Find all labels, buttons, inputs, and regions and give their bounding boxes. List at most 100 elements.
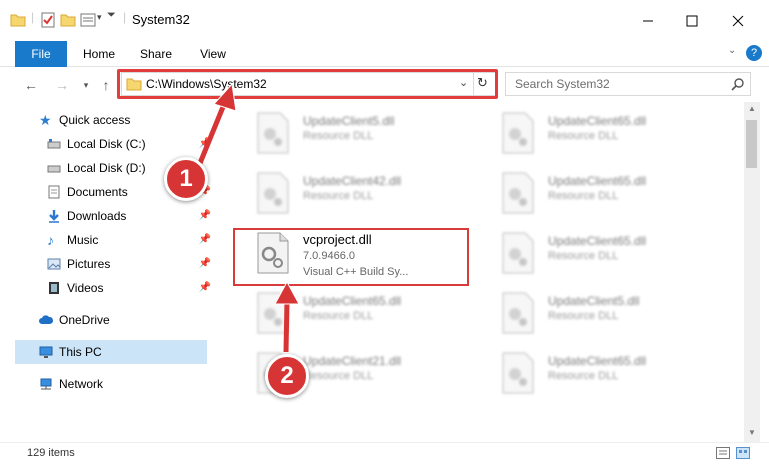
scroll-up-icon[interactable]: ▲: [748, 104, 756, 113]
search-icon[interactable]: [731, 78, 744, 91]
sidebar-item-label: This PC: [59, 345, 102, 359]
file-name: UpdateClient65.dll: [303, 294, 402, 308]
sidebar-item-label: Videos: [67, 281, 104, 295]
scrollbar-thumb[interactable]: [746, 120, 757, 168]
title-separator: |: [123, 10, 127, 24]
sidebar-item-network[interactable]: Network: [15, 372, 207, 396]
music-icon: ♪: [47, 232, 54, 248]
properties-icon[interactable]: [41, 12, 55, 28]
up-arrow-icon: ↑: [102, 77, 110, 93]
file-name: UpdateClient5.dll: [303, 114, 395, 128]
step-badge-2: 2: [265, 354, 309, 398]
forward-button[interactable]: →: [52, 75, 72, 95]
file-description: Resource DLL: [548, 310, 619, 322]
search-box[interactable]: Search System32: [505, 72, 751, 96]
maximize-icon: [686, 15, 698, 26]
title-bar: | ▾ ⏷ | System32: [0, 0, 769, 41]
download-icon: [49, 210, 59, 223]
tab-home[interactable]: Home: [77, 41, 121, 67]
sidebar-item-label: Local Disk (D:): [67, 161, 146, 175]
file-name: UpdateClient21.dll: [303, 354, 402, 368]
file-item[interactable]: UpdateClient5.dll Resource DLL: [233, 108, 473, 158]
address-highlight-box: [117, 69, 498, 99]
sidebar-item-this-pc[interactable]: This PC: [15, 340, 207, 364]
ribbon-tabs: File Home Share View ⌄ ?: [0, 41, 769, 67]
file-item[interactable]: UpdateClient65.dll Resource DLL: [478, 108, 718, 158]
pin-icon: 📌: [198, 258, 211, 269]
customize-icon[interactable]: [80, 12, 96, 28]
file-item[interactable]: UpdateClient5.dll Resource DLL: [478, 288, 718, 338]
file-name: UpdateClient65.dll: [548, 354, 647, 368]
sidebar-item-quick-access[interactable]: ★ Quick access: [15, 108, 207, 132]
file-highlight-box: [233, 228, 469, 286]
star-icon: ★: [39, 112, 52, 128]
customize-qat-icon[interactable]: ⏷: [107, 9, 116, 22]
file-description: Resource DLL: [303, 190, 374, 202]
title-separator: |: [31, 10, 35, 24]
sidebar-item-label: Documents: [67, 185, 128, 199]
scroll-down-icon[interactable]: ▼: [748, 428, 756, 437]
sidebar-item-videos[interactable]: Videos 📌: [23, 276, 215, 300]
search-input[interactable]: Search System32: [515, 77, 610, 91]
back-button[interactable]: ←: [21, 75, 41, 95]
file-description: Resource DLL: [548, 130, 619, 142]
forward-arrow-icon: →: [55, 77, 69, 93]
cloud-icon: [39, 315, 53, 324]
file-description: Resource DLL: [548, 190, 619, 202]
dll-file-icon: [257, 292, 289, 334]
file-item[interactable]: UpdateClient65.dll Resource DLL: [233, 288, 473, 338]
file-description: Resource DLL: [548, 370, 619, 382]
sidebar-item-onedrive[interactable]: OneDrive: [15, 308, 207, 332]
status-bar: 129 items: [0, 442, 769, 475]
new-folder-icon[interactable]: [60, 12, 76, 28]
sidebar-item-label: Network: [59, 377, 104, 391]
file-description: Resource DLL: [303, 310, 374, 322]
minimize-button[interactable]: [624, 0, 672, 41]
details-view-icon[interactable]: [716, 447, 730, 459]
drive-icon: [47, 139, 61, 149]
file-item[interactable]: UpdateClient42.dll Resource DLL: [233, 168, 473, 218]
sidebar-item-label: Downloads: [67, 209, 127, 223]
sidebar-item-label: Music: [67, 233, 99, 247]
navigation-pane: ★ Quick access Local Disk (C:) 📌 Local D…: [0, 102, 211, 442]
network-icon: [40, 378, 52, 390]
computer-icon: [39, 346, 53, 358]
file-description: Resource DLL: [303, 370, 374, 382]
back-arrow-icon: ←: [24, 77, 38, 93]
file-description: Resource DLL: [303, 130, 374, 142]
sidebar-item-music[interactable]: ♪ Music 📌: [23, 228, 215, 252]
file-name: UpdateClient65.dll: [548, 234, 647, 248]
expand-ribbon-icon[interactable]: ⌄: [728, 45, 736, 56]
drive-icon: [47, 165, 61, 173]
large-icons-view-icon[interactable]: [736, 447, 750, 459]
tab-file[interactable]: File: [15, 41, 67, 67]
qat-dropdown-icon[interactable]: ▾: [97, 12, 102, 23]
maximize-button[interactable]: [668, 0, 716, 41]
up-button[interactable]: ↑: [96, 75, 116, 95]
dll-file-icon: [502, 232, 534, 274]
item-count: 129 items: [27, 447, 75, 459]
help-icon[interactable]: ?: [746, 45, 762, 61]
sidebar-item-label: Local Disk (C:): [67, 137, 146, 151]
sidebar-item-local-disk-c[interactable]: Local Disk (C:) 📌: [23, 132, 215, 156]
chevron-down-icon: ▾: [83, 79, 89, 90]
pin-icon: 📌: [198, 210, 211, 221]
file-name: UpdateClient65.dll: [548, 174, 647, 188]
tab-share[interactable]: Share: [134, 41, 178, 67]
file-item[interactable]: UpdateClient65.dll Resource DLL: [478, 168, 718, 218]
sidebar-item-downloads[interactable]: Downloads 📌: [23, 204, 215, 228]
file-description: Resource DLL: [548, 250, 619, 262]
file-item[interactable]: UpdateClient65.dll Resource DLL: [478, 348, 718, 398]
file-item[interactable]: UpdateClient65.dll Resource DLL: [478, 228, 718, 278]
close-button[interactable]: [714, 0, 762, 41]
recent-locations-button[interactable]: ▾: [76, 75, 96, 95]
pin-icon: 📌: [198, 282, 211, 293]
pin-icon: 📌: [198, 234, 211, 245]
sidebar-item-label: Quick access: [59, 113, 131, 127]
sidebar-item-pictures[interactable]: Pictures 📌: [23, 252, 215, 276]
tab-view[interactable]: View: [191, 41, 235, 67]
dll-file-icon: [502, 292, 534, 334]
dll-file-icon: [257, 172, 289, 214]
folder-icon: [10, 14, 26, 27]
window-title: System32: [132, 12, 190, 27]
